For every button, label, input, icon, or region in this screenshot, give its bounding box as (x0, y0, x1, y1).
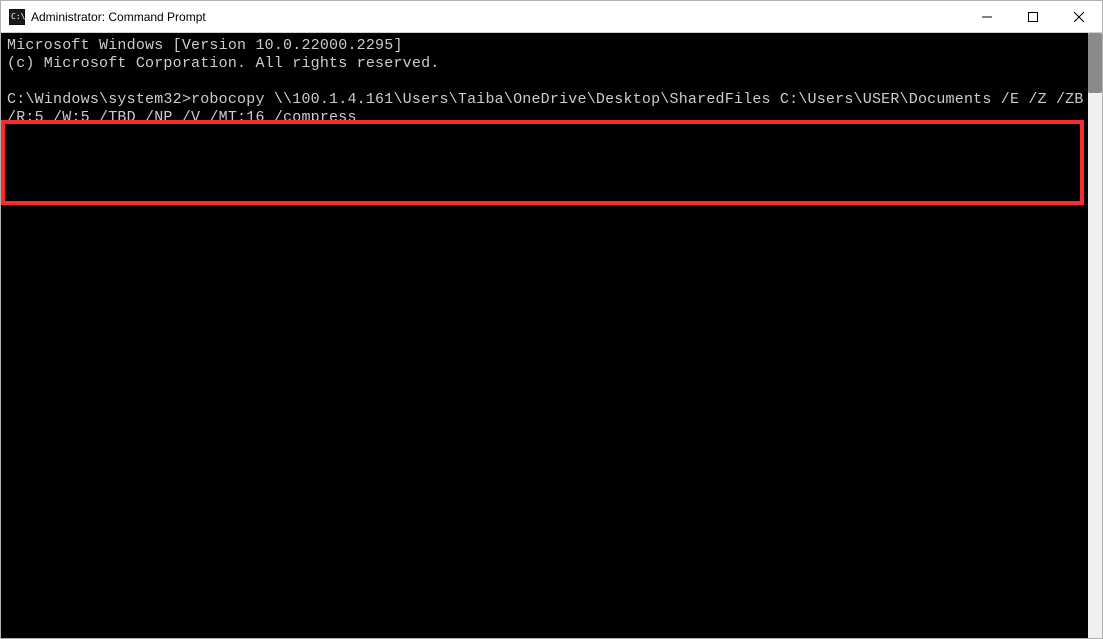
window-title: Administrator: Command Prompt (31, 10, 206, 24)
minimize-button[interactable] (964, 1, 1010, 33)
cmd-icon: C:\ (9, 9, 25, 25)
terminal-client-area: Microsoft Windows [Version 10.0.22000.22… (1, 33, 1102, 638)
terminal-line-version: Microsoft Windows [Version 10.0.22000.22… (7, 37, 403, 54)
vertical-scrollbar-track[interactable] (1088, 33, 1102, 638)
terminal-prompt: C:\Windows\system32> (7, 91, 191, 108)
maximize-button[interactable] (1010, 1, 1056, 33)
svg-text:C:\: C:\ (11, 12, 25, 21)
vertical-scrollbar-thumb[interactable] (1088, 33, 1102, 93)
terminal-output[interactable]: Microsoft Windows [Version 10.0.22000.22… (1, 33, 1088, 638)
cmd-window: C:\ Administrator: Command Prompt Micros… (0, 0, 1103, 639)
close-button[interactable] (1056, 1, 1102, 33)
titlebar[interactable]: C:\ Administrator: Command Prompt (1, 1, 1102, 33)
terminal-line-copyright: (c) Microsoft Corporation. All rights re… (7, 55, 439, 72)
